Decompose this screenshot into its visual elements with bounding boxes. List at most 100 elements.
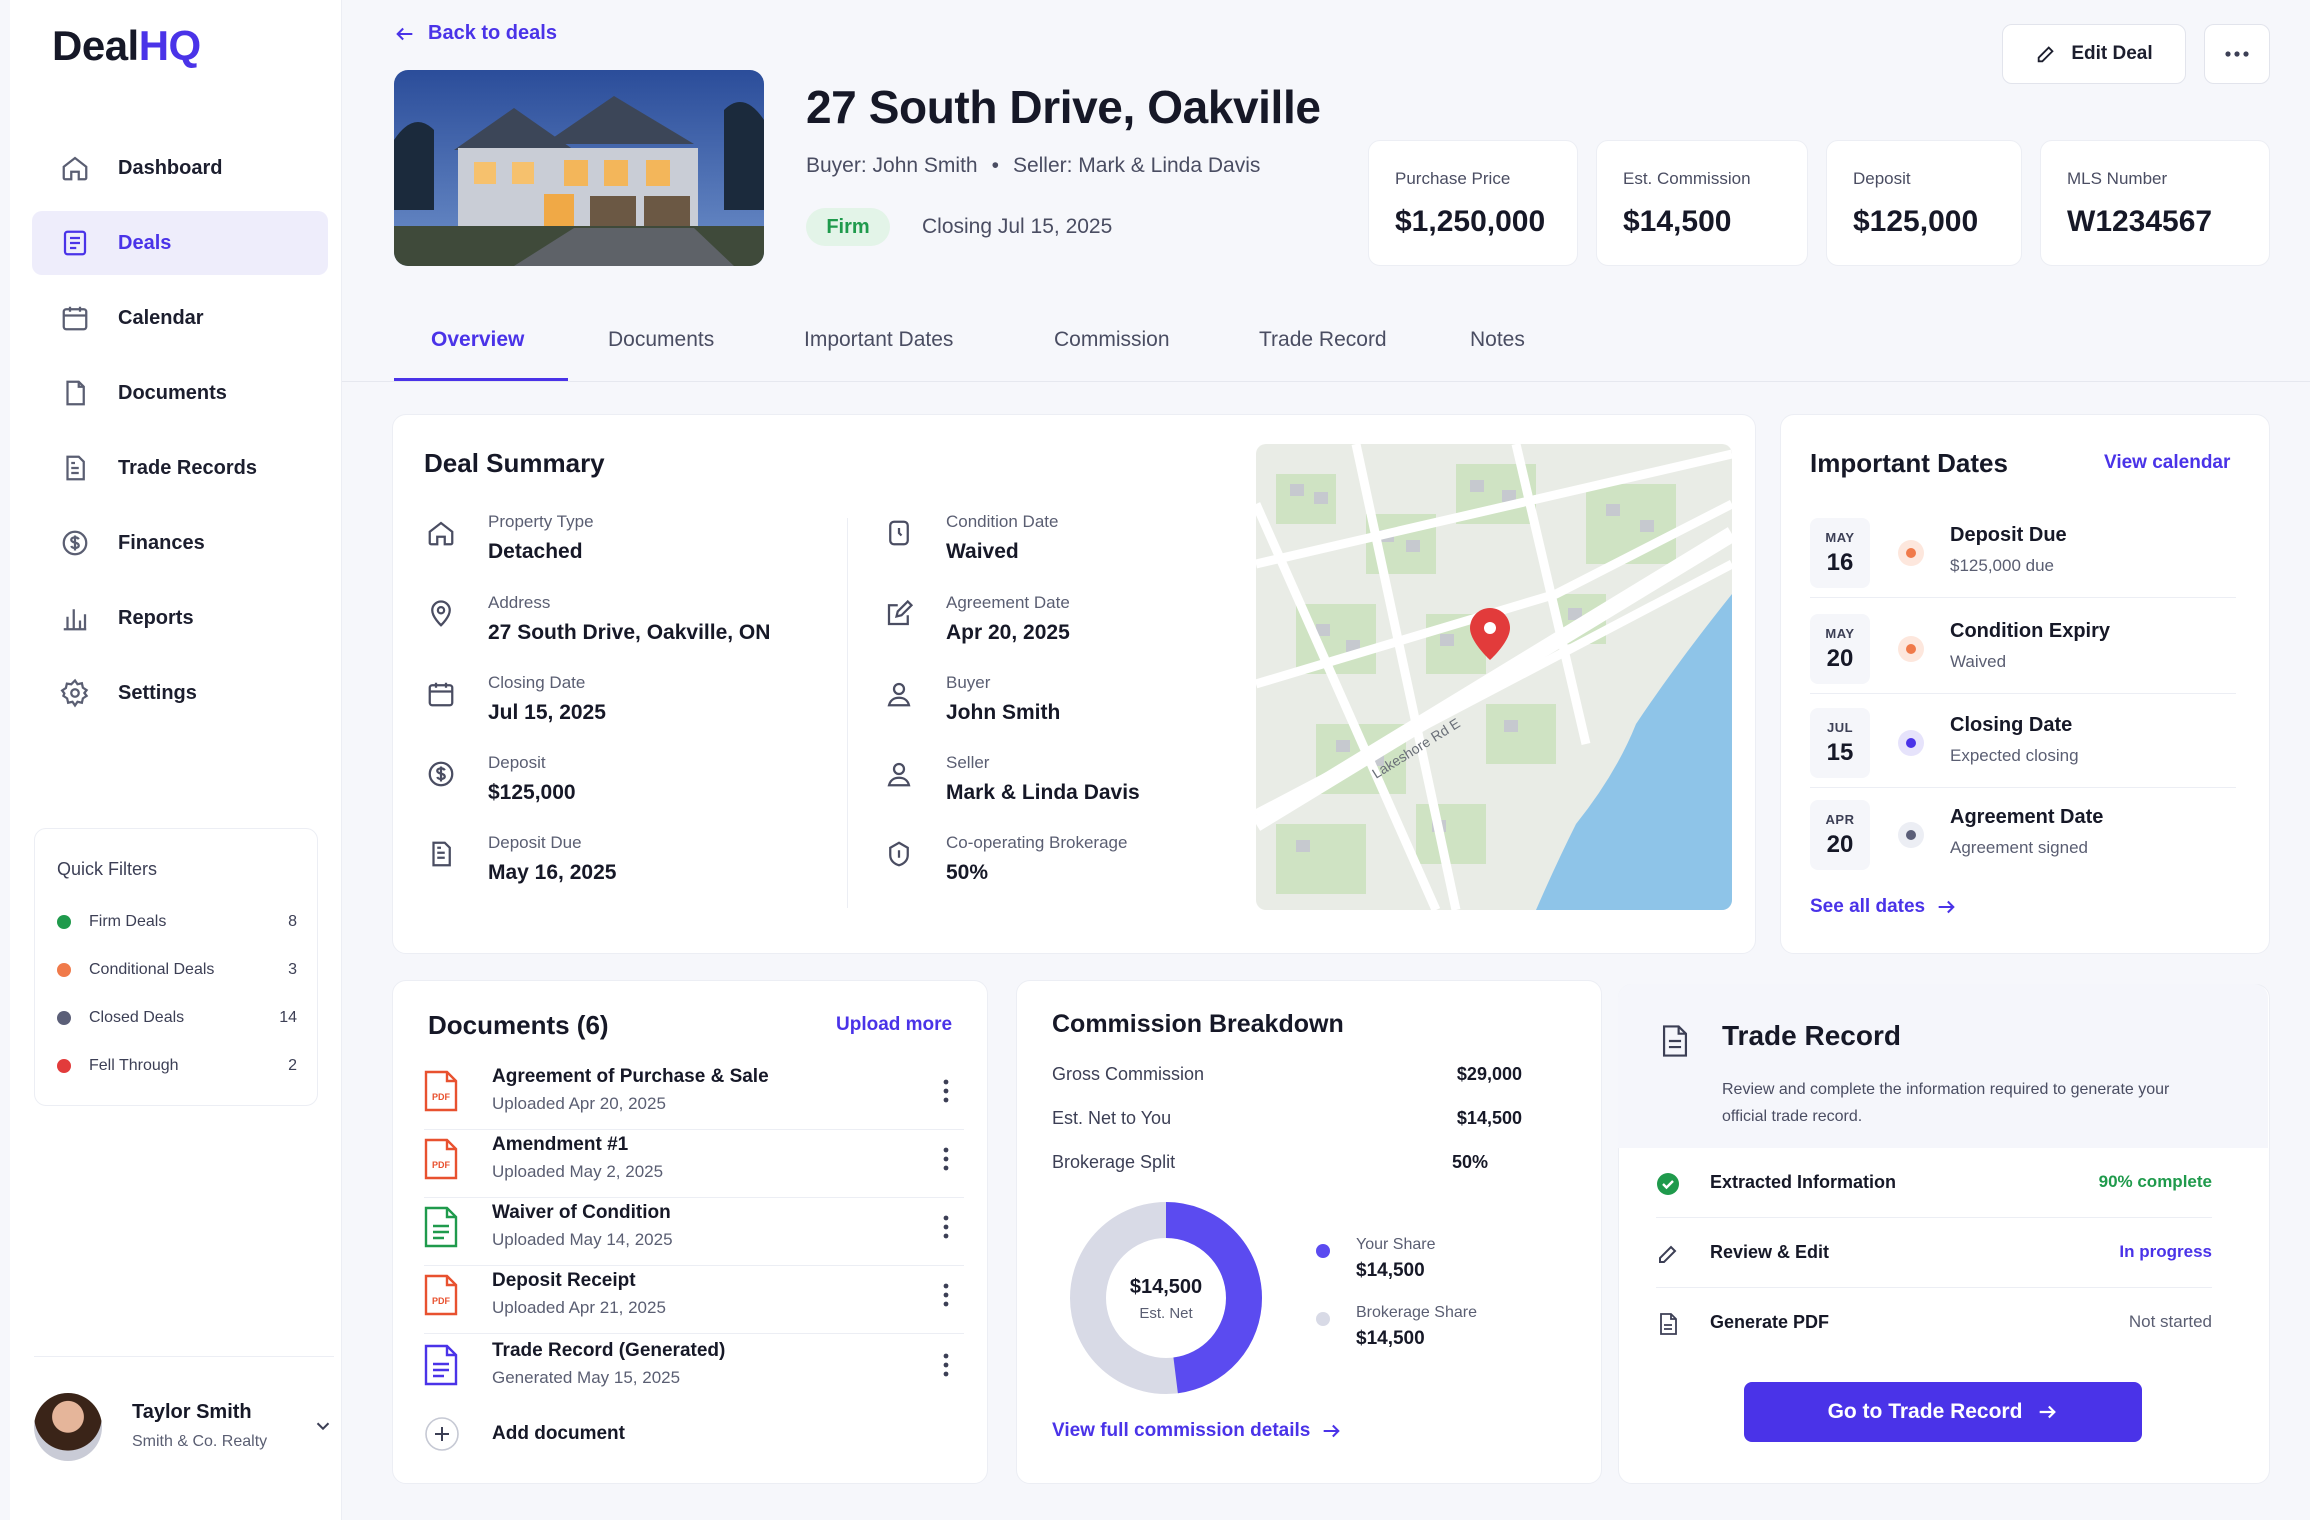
chevron-down-icon[interactable] [312, 1415, 334, 1437]
calendar-icon [428, 682, 454, 707]
date-row-agreement-date[interactable]: APR 20 Agreement Date Agreement signed [1810, 800, 2236, 880]
document-row[interactable]: PDF Deposit Receipt Uploaded Apr 21, 202… [424, 1266, 964, 1334]
edit-deal-button[interactable]: Edit Deal [2002, 24, 2186, 84]
buyer-text: Buyer: John Smith [806, 154, 978, 177]
document-row[interactable]: Trade Record (Generated) Generated May 1… [424, 1336, 964, 1404]
field-value: John Smith [946, 701, 1061, 724]
kebab-menu-icon[interactable] [936, 1280, 956, 1310]
document-name: Waiver of Condition [492, 1202, 671, 1223]
quick-filter-closed[interactable]: Closed Deals 14 [57, 1003, 297, 1033]
tab-commission[interactable]: Commission [1054, 328, 1170, 382]
more-options-button[interactable] [2204, 24, 2270, 84]
document-name: Deposit Receipt [492, 1270, 636, 1291]
document-icon [1660, 1313, 1677, 1335]
step-name: Extracted Information [1710, 1172, 1897, 1192]
commission-row: Brokerage Split 50% [1052, 1152, 1488, 1173]
back-to-deals-link[interactable]: Back to deals [394, 22, 557, 45]
tab-important-dates[interactable]: Important Dates [804, 328, 953, 382]
quick-filter-label: Conditional Deals [89, 961, 215, 978]
clock-icon [889, 520, 909, 546]
home-icon [62, 156, 88, 181]
svg-text:PDF: PDF [432, 1296, 451, 1306]
sidebar: DealHQ Dashboard Deals Calendar Document… [10, 0, 342, 1520]
quick-filters-panel: Quick Filters Firm Deals 8 Conditional D… [34, 828, 318, 1106]
see-all-dates-link[interactable]: See all dates [1810, 896, 1957, 918]
doc-file-icon [424, 1344, 458, 1386]
arrow-right-icon [2040, 1405, 2057, 1419]
document-row[interactable]: PDF Agreement of Purchase & Sale Uploade… [424, 1062, 964, 1130]
summary-divider [847, 518, 848, 908]
tab-documents[interactable]: Documents [608, 328, 714, 382]
nav-label: Settings [118, 681, 197, 704]
go-to-trade-record-button[interactable]: Go to Trade Record [1744, 1382, 2142, 1442]
field-label: Property Type [488, 512, 594, 531]
trade-step-review[interactable]: Review & Edit In progress [1656, 1218, 2212, 1288]
upload-more-link[interactable]: Upload more [836, 1014, 952, 1036]
nav-item-finances[interactable]: Finances [32, 511, 328, 575]
donut-center-label: $14,500 Est. Net [1068, 1276, 1264, 1322]
field-value: Apr 20, 2025 [946, 621, 1070, 644]
nav-item-dashboard[interactable]: Dashboard [32, 136, 328, 200]
nav-item-documents[interactable]: Documents [32, 361, 328, 425]
status-dot [57, 1011, 71, 1025]
status-dot [1898, 822, 1924, 848]
quick-filter-fell-through[interactable]: Fell Through 2 [57, 1051, 297, 1081]
pencil-icon [2038, 46, 2055, 63]
legend-dot [1316, 1244, 1330, 1258]
legend-value: $14,500 [1356, 1260, 1425, 1281]
tab-notes[interactable]: Notes [1470, 328, 1525, 382]
document-date: Uploaded Apr 20, 2025 [492, 1094, 666, 1113]
nav-item-trade-records[interactable]: Trade Records [32, 436, 328, 500]
quick-filter-conditional[interactable]: Conditional Deals 3 [57, 955, 297, 985]
receipt-icon [432, 841, 451, 867]
commission-row-value: 50% [1451, 1152, 1488, 1172]
document-date: Generated May 15, 2025 [492, 1368, 681, 1387]
field-label: Condition Date [946, 512, 1059, 531]
document-row[interactable]: PDF Amendment #1 Uploaded May 2, 2025 [424, 1130, 964, 1198]
pencil-icon [1659, 1245, 1677, 1263]
nav-item-reports[interactable]: Reports [32, 586, 328, 650]
app-logo[interactable]: DealHQ [52, 22, 201, 70]
document-row[interactable]: Waiver of Condition Uploaded May 14, 202… [424, 1198, 964, 1266]
nav-item-settings[interactable]: Settings [32, 661, 328, 725]
field-label: Buyer [946, 673, 991, 692]
tab-overview[interactable]: Overview [431, 328, 524, 382]
view-commission-details-link[interactable]: View full commission details [1052, 1420, 1342, 1442]
closing-date-text: Closing Jul 15, 2025 [922, 215, 1113, 238]
kebab-menu-icon[interactable] [936, 1144, 956, 1174]
trade-step-extracted[interactable]: Extracted Information 90% complete [1656, 1148, 2212, 1218]
kebab-menu-icon[interactable] [936, 1350, 956, 1380]
svg-text:PDF: PDF [432, 1160, 451, 1170]
quick-filters-title: Quick Filters [57, 859, 158, 879]
stat-label: MLS Number [2067, 169, 2168, 188]
dollar-icon [428, 761, 454, 787]
user-profile[interactable]: Taylor Smith Smith & Co. Realty [34, 1356, 334, 1496]
stat-value: $1,250,000 [1395, 205, 1546, 238]
date-row-condition-expiry[interactable]: MAY 20 Condition Expiry Waived [1810, 614, 2236, 694]
tab-trade-record[interactable]: Trade Record [1259, 328, 1387, 382]
dollar-icon [62, 530, 88, 556]
quick-filter-count: 2 [288, 1057, 297, 1074]
user-name: Taylor Smith [132, 1401, 252, 1423]
field-label: Closing Date [488, 673, 586, 692]
commission-row-label: Brokerage Split [1052, 1152, 1176, 1172]
nav-item-calendar[interactable]: Calendar [32, 286, 328, 350]
kebab-menu-icon[interactable] [936, 1076, 956, 1106]
date-row-closing-date[interactable]: JUL 15 Closing Date Expected closing [1810, 708, 2236, 788]
nav-label: Trade Records [118, 456, 257, 479]
property-map[interactable]: Lakeshore Rd E [1256, 444, 1732, 910]
logo-text-hq: HQ [138, 22, 202, 69]
document-name: Amendment #1 [492, 1134, 629, 1155]
person-icon [887, 682, 911, 707]
nav-item-deals[interactable]: Deals [32, 211, 328, 275]
trade-step-generate-pdf[interactable]: Generate PDF Not started [1656, 1288, 2212, 1358]
add-document-button[interactable]: Add document [424, 1416, 625, 1452]
kebab-menu-icon[interactable] [936, 1212, 956, 1242]
date-subtitle: $125,000 due [1950, 556, 2054, 575]
commission-link-label: View full commission details [1052, 1420, 1311, 1441]
date-row-deposit-due[interactable]: MAY 16 Deposit Due $125,000 due [1810, 518, 2236, 598]
quick-filter-firm[interactable]: Firm Deals 8 [57, 907, 297, 937]
donut-value: $14,500 [1129, 1276, 1203, 1298]
view-calendar-link[interactable]: View calendar [2104, 452, 2230, 474]
separator-dot: • [991, 154, 999, 177]
